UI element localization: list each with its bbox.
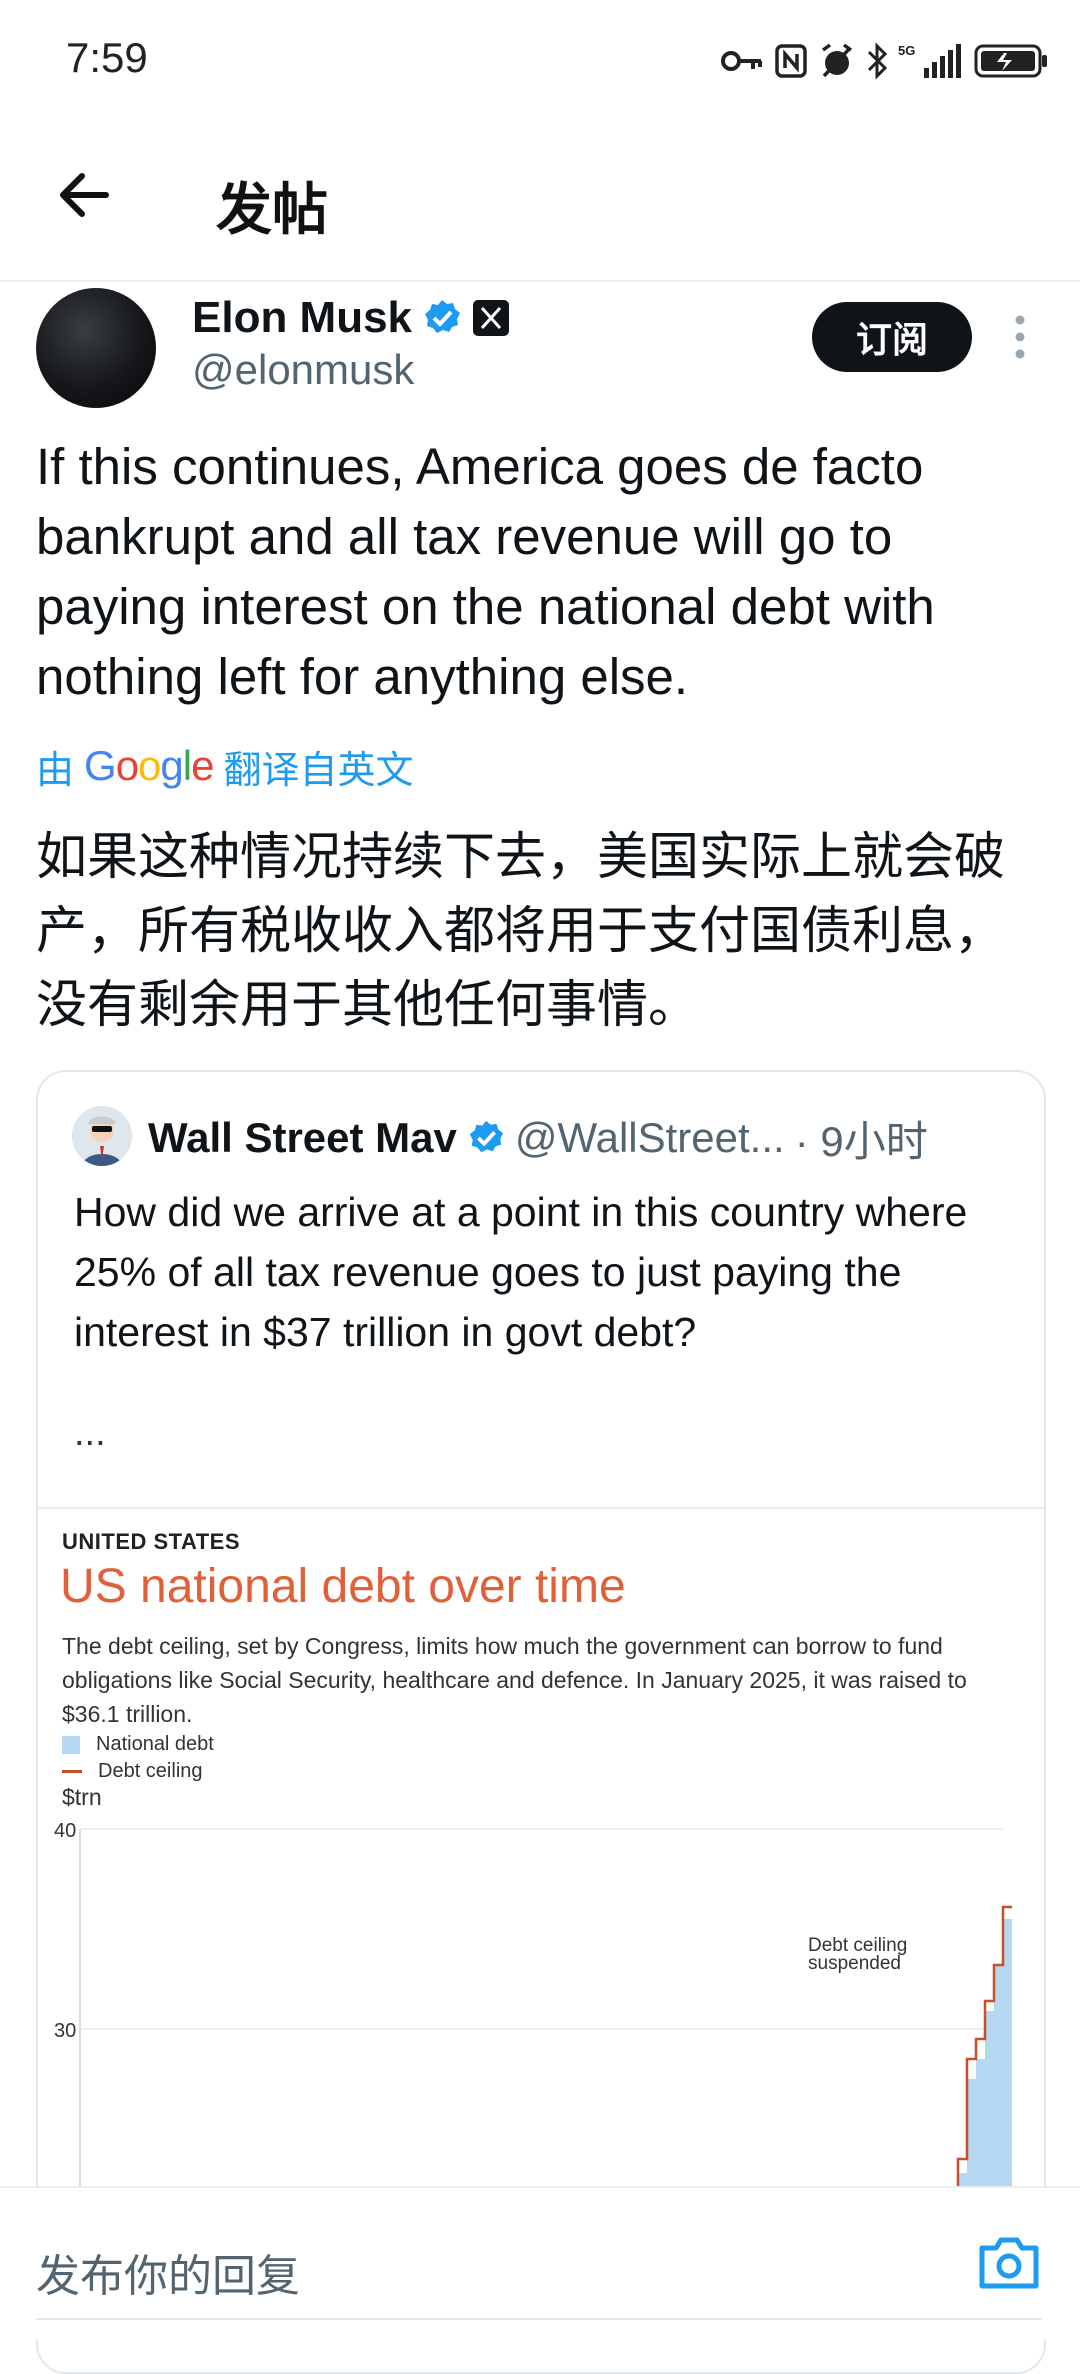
bluetooth-icon: [867, 42, 888, 80]
reply-input[interactable]: 发布你的回复: [36, 2240, 300, 2304]
quote-author-name[interactable]: Wall Street Mav: [148, 1114, 457, 1162]
back-arrow-icon[interactable]: [50, 160, 120, 230]
quote-timestamp: · 9小时: [794, 1117, 928, 1165]
legend-label: National debt: [96, 1733, 214, 1755]
status-icons: 5G: [720, 36, 1050, 86]
post-text: If this continues, America goes de facto…: [36, 438, 935, 705]
header-divider: [0, 280, 1080, 282]
quoted-post-card[interactable]: Wall Street Mav @WallStreet... · 9小时 How…: [36, 1070, 1046, 2374]
verified-badge-icon: [425, 300, 461, 333]
quote-header[interactable]: Wall Street Mav @WallStreet... · 9小时: [148, 1108, 928, 1168]
legend-item-debt-ceiling: Debt ceiling: [62, 1758, 214, 1785]
signal-5g-icon: 5G: [898, 43, 961, 78]
translation-notice[interactable]: 由 Google 翻译自英文: [36, 738, 413, 794]
legend-item-national-debt: National debt: [62, 1731, 214, 1758]
chart-annotation: Debt ceiling suspended: [808, 1936, 907, 1974]
chart-legend: National debt Debt ceiling: [62, 1731, 214, 1785]
reply-underline: [36, 2318, 1042, 2320]
y-tick-label: 30: [54, 2020, 76, 2042]
nfc-icon: [775, 44, 807, 78]
legend-swatch-line: [62, 1770, 82, 1773]
camera-icon[interactable]: [976, 2232, 1042, 2294]
y-tick-label: 40: [54, 1820, 76, 1842]
translation-prefix: 由: [36, 749, 75, 792]
quote-verified-badge-icon: [469, 1120, 503, 1153]
quote-text: How did we arrive at a point in this cou…: [74, 1189, 968, 1355]
alarm-off-icon: [821, 43, 853, 78]
author-avatar[interactable]: [36, 288, 156, 408]
author-handle[interactable]: @elonmusk: [192, 346, 414, 394]
translated-text: 如果这种情况持续下去，美国实际上就会破产，所有税收收入都将用于支付国债利息，没有…: [36, 828, 1006, 1033]
chart-description: The debt ceiling, set by Congress, limit…: [62, 1633, 967, 1727]
status-bar: 7:59 5G: [0, 0, 1080, 120]
x-affiliate-icon: [473, 300, 510, 336]
more-options-icon[interactable]: [1000, 312, 1040, 362]
status-time: 7:59: [66, 34, 148, 81]
svg-text:5G: 5G: [898, 43, 915, 58]
quote-ellipsis: ...: [74, 1412, 106, 1454]
author-name-row[interactable]: Elon Musk: [192, 290, 510, 346]
author-name[interactable]: Elon Musk: [192, 293, 412, 343]
key-icon: [721, 51, 762, 71]
quote-author-handle[interactable]: @WallStreet...: [515, 1114, 785, 1162]
page-title: 发帖: [216, 178, 328, 241]
annotation-line: suspended: [808, 1953, 901, 1974]
legend-label: Debt ceiling: [98, 1760, 203, 1782]
translation-suffix: 翻译自英文: [223, 749, 414, 792]
battery-charging-icon: [974, 44, 1047, 78]
subscribe-button[interactable]: 订阅: [812, 302, 972, 372]
google-logo: Google: [84, 742, 214, 789]
quote-author-avatar[interactable]: [72, 1106, 132, 1166]
chart-title: US national debt over time: [60, 1560, 626, 1613]
legend-swatch-bar: [62, 1735, 80, 1754]
quote-avatar-image: [72, 1106, 132, 1166]
chart-kicker: UNITED STATES: [62, 1529, 241, 1554]
